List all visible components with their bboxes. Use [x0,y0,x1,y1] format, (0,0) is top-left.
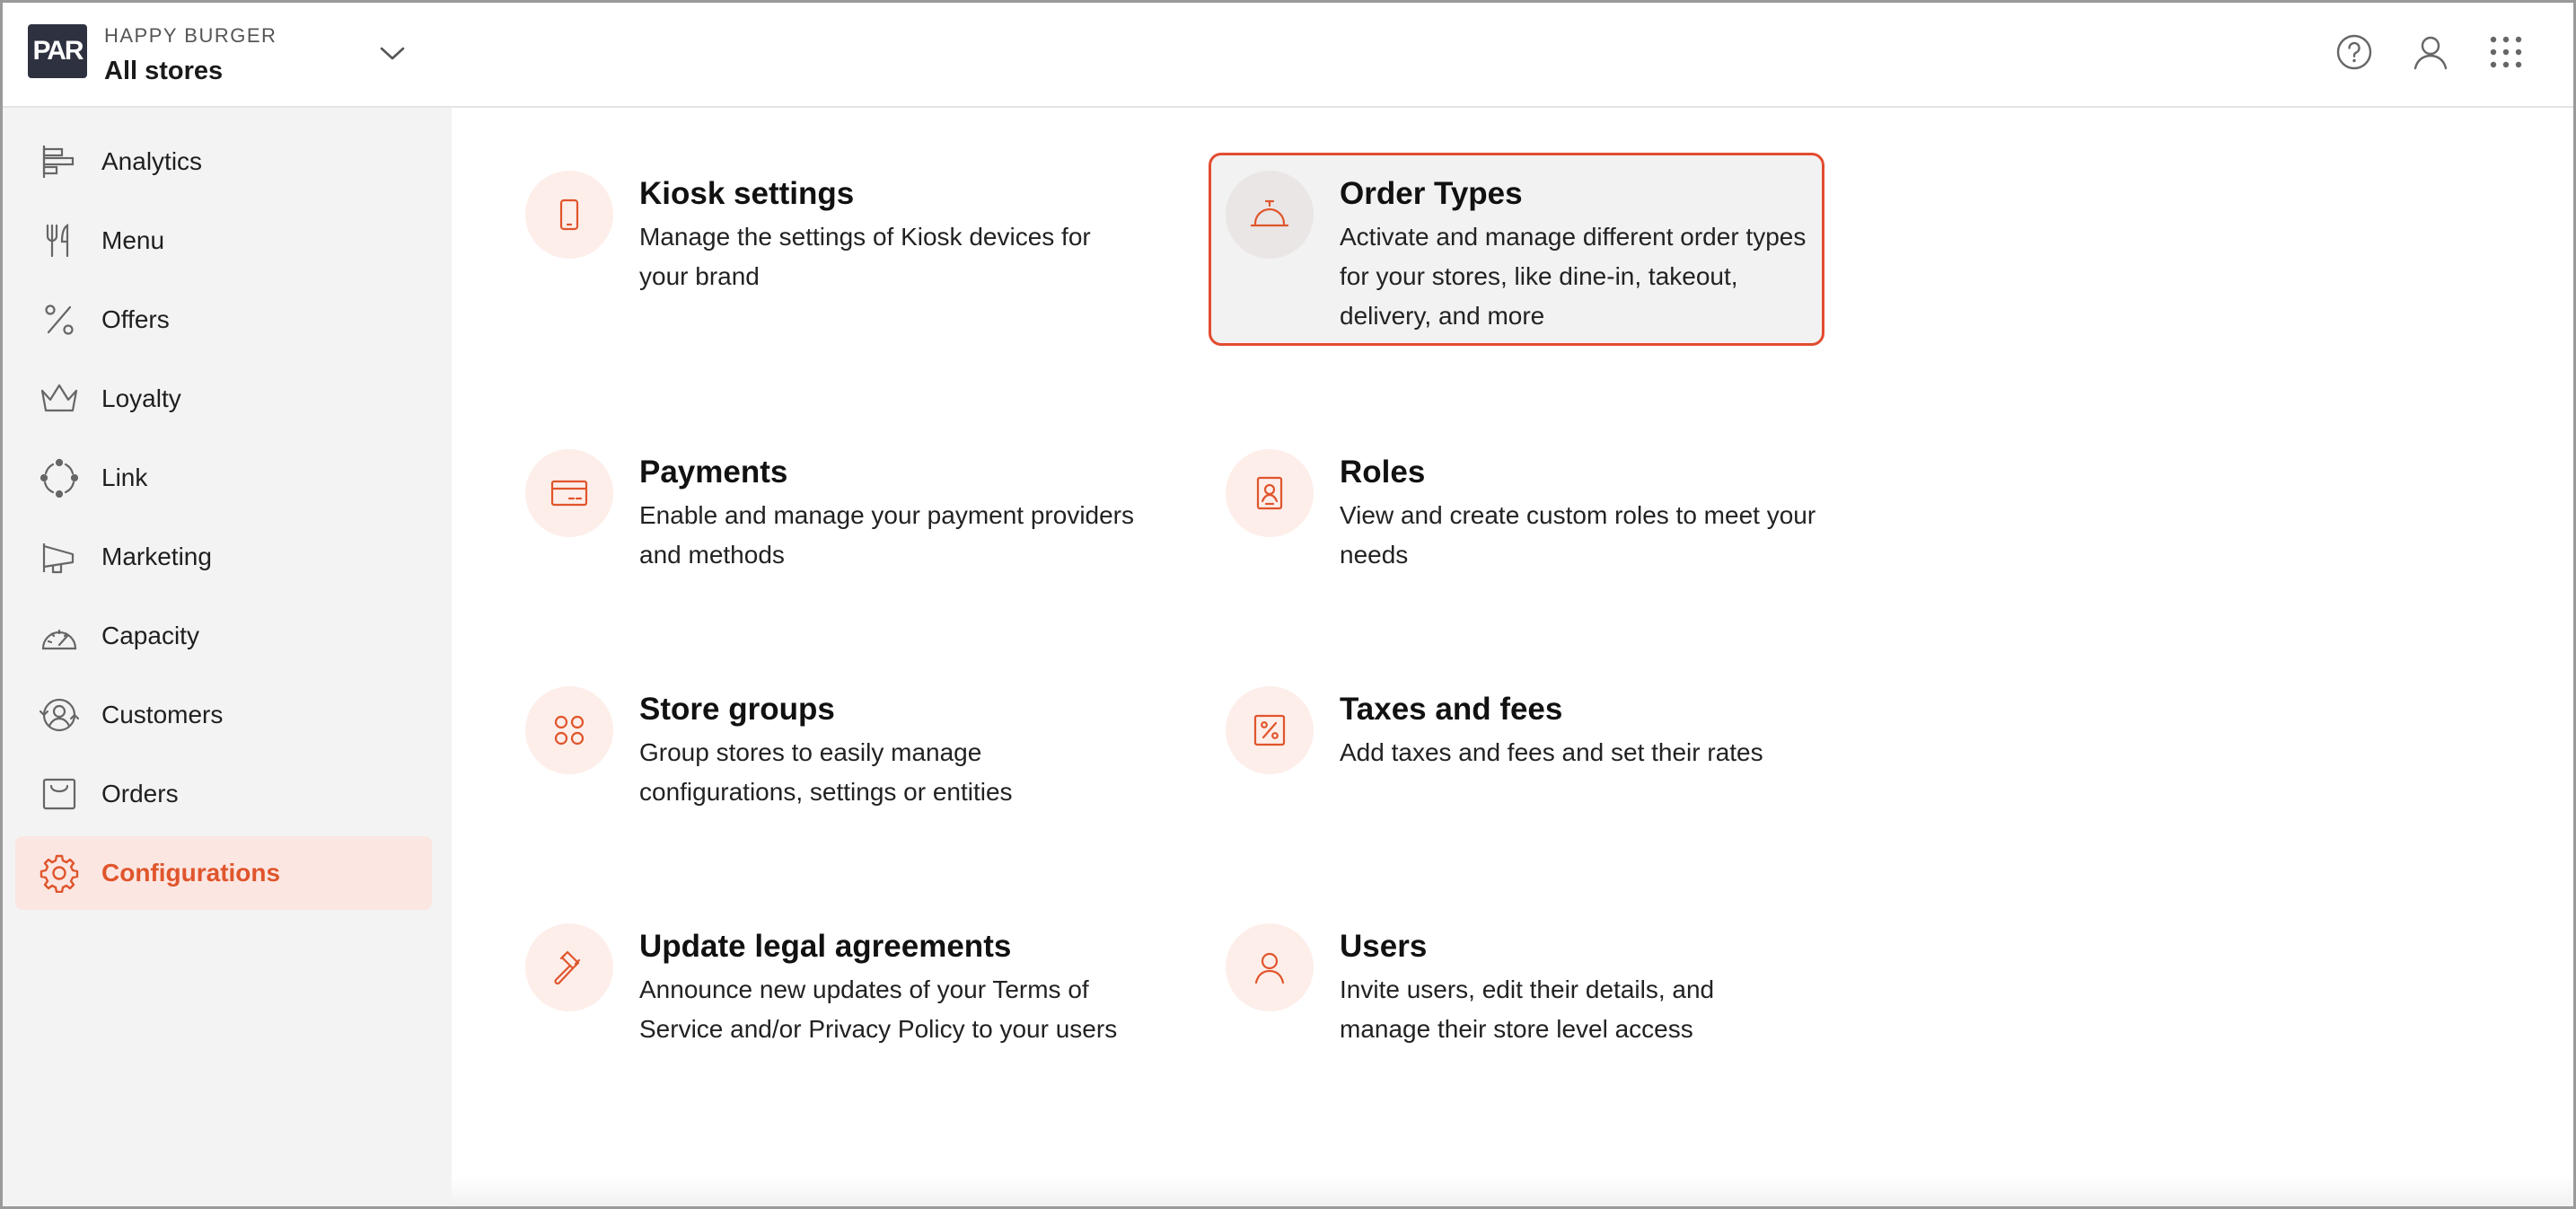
user-icon [1226,923,1314,1011]
customers-icon [37,693,82,737]
sidebar-item-offers[interactable]: Offers [15,283,432,357]
sidebar-item-marketing[interactable]: Marketing [15,520,432,594]
orders-icon [37,772,82,816]
sidebar-item-label: Customers [101,701,224,728]
card-order-types[interactable]: Order Types Activate and manage differen… [1209,153,1824,346]
card-description: Add taxes and fees and set their rates [1340,738,1763,766]
account-icon[interactable] [2408,30,2453,75]
app-window: PAR HAPPY BURGER All stores Analytics Me… [0,0,2576,1209]
sidebar-item-analytics[interactable]: Analytics [15,125,432,199]
sidebar-item-link[interactable]: Link [15,441,432,515]
help-icon[interactable] [2332,30,2377,75]
card-description: Activate and manage different order type… [1340,223,1807,330]
card-kiosk-settings[interactable]: Kiosk settings Manage the settings of Ki… [525,171,1141,314]
card-users[interactable]: Users Invite users, edit their details, … [1226,923,1842,1067]
par-logo: PAR [28,24,87,78]
card-description: Enable and manage your payment providers… [639,501,1135,569]
tax-percent-icon [1226,686,1314,774]
sidebar-item-label: Offers [101,305,170,333]
card-description: Group stores to easily manage configurat… [639,738,1013,806]
sidebar-item-label: Marketing [101,543,212,570]
card-title: Update legal agreements [639,929,1012,964]
card-title: Roles [1340,454,1426,490]
sidebar-item-label: Configurations [101,859,281,887]
megaphone-icon [37,534,82,579]
card-description: View and create custom roles to meet you… [1340,501,1816,569]
sidebar-item-label: Loyalty [101,384,181,412]
credit-card-icon [525,449,613,537]
chevron-down-icon[interactable] [376,40,409,67]
service-bell-icon [1226,171,1314,259]
gauge-icon [37,613,82,658]
sidebar-item-label: Analytics [101,147,203,175]
card-description: Invite users, edit their details, and ma… [1340,975,1715,1043]
sidebar-item-label: Capacity [101,622,199,649]
gavel-icon [525,923,613,1011]
card-title: Taxes and fees [1340,692,1563,727]
gear-icon [37,851,82,896]
bottom-fade [452,1176,2573,1206]
link-circle-icon [37,455,82,500]
brand-name: HAPPY BURGER [104,24,277,47]
sidebar-item-capacity[interactable]: Capacity [15,599,432,673]
card-update-legal-agreements[interactable]: Update legal agreements Announce new upd… [525,923,1141,1103]
card-payments[interactable]: Payments Enable and manage your payment … [525,449,1141,593]
grid-circles-icon [525,686,613,774]
card-description: Manage the settings of Kiosk devices for… [639,223,1091,290]
store-selector-label: All stores [104,57,224,85]
card-title: Store groups [639,692,835,727]
apps-grid-icon[interactable] [2484,30,2528,75]
sidebar-item-menu[interactable]: Menu [15,204,432,278]
store-switcher[interactable]: HAPPY BURGER All stores [104,24,277,86]
card-title: Order Types [1340,176,1523,211]
configurations-panel: Kiosk settings Manage the settings of Ki… [452,108,2573,1206]
percent-icon [37,297,82,342]
sidebar-item-label: Menu [101,226,165,254]
card-taxes-and-fees[interactable]: Taxes and fees Add taxes and fees and se… [1226,686,1842,794]
sidebar-item-label: Link [101,463,148,491]
top-bar: PAR HAPPY BURGER All stores [3,3,2573,108]
fork-knife-icon [37,218,82,263]
card-title: Payments [639,454,788,490]
card-roles[interactable]: Roles View and create custom roles to me… [1226,449,1842,593]
sidebar-item-customers[interactable]: Customers [15,678,432,752]
sidebar-item-label: Orders [101,780,179,807]
card-description: Announce new updates of your Terms of Se… [639,975,1118,1043]
sidebar-item-loyalty[interactable]: Loyalty [15,362,432,436]
analytics-icon [37,139,82,184]
card-title: Users [1340,929,1428,964]
card-title: Kiosk settings [639,176,855,211]
sidebar-nav: Analytics Menu Offers Loyalty Link Marke… [3,108,452,1206]
tablet-icon [525,171,613,259]
crown-icon [37,376,82,421]
card-store-groups[interactable]: Store groups Group stores to easily mana… [525,686,1141,830]
sidebar-item-configurations[interactable]: Configurations [15,836,432,910]
sidebar-item-orders[interactable]: Orders [15,757,432,831]
id-badge-icon [1226,449,1314,537]
